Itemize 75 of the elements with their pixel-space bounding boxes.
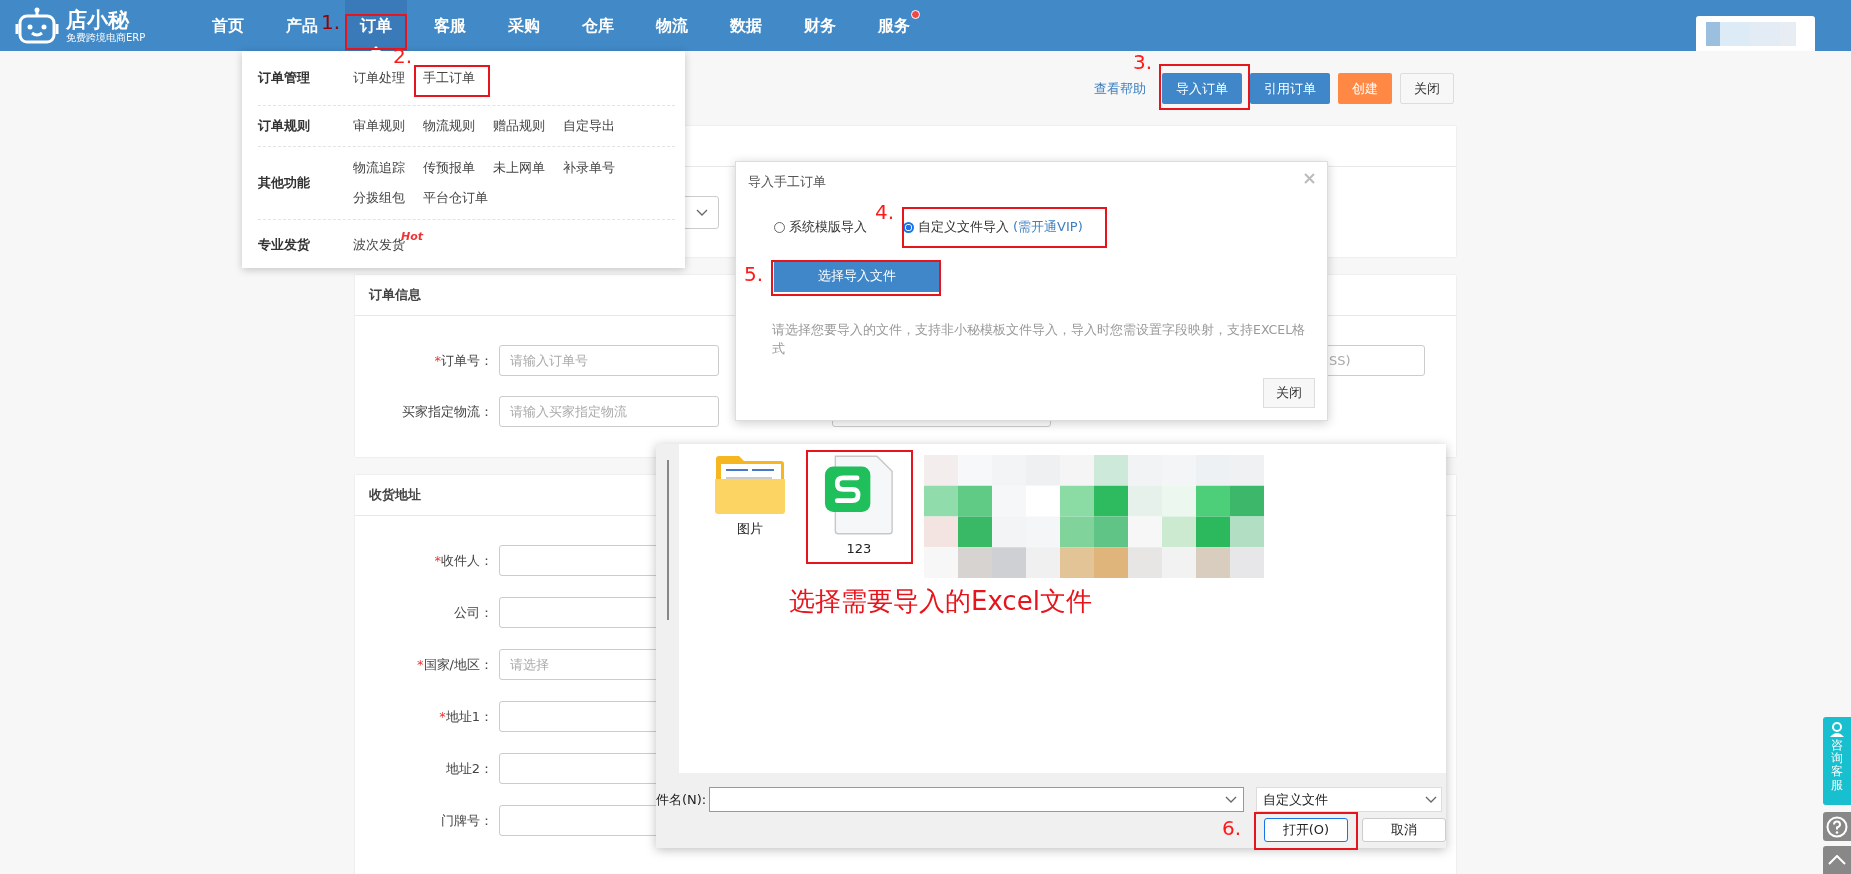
file-type-select[interactable]: 自定义文件	[1256, 787, 1443, 812]
menu-category: 其他功能	[258, 174, 311, 192]
logo-name: 店小秘	[66, 7, 131, 32]
field-label: 门牌号：	[440, 811, 494, 830]
menu-link[interactable]: 审单规则	[353, 111, 405, 141]
filename-label: 件名(N):	[656, 790, 707, 809]
dialog-button[interactable]: 打开(O)	[1264, 818, 1348, 842]
chevron-down-icon	[696, 208, 708, 217]
nav-tab[interactable]: 财务	[804, 0, 836, 51]
scrollbar[interactable]	[667, 460, 669, 620]
input-field[interactable]: 请输入买家指定物流	[499, 396, 719, 427]
menu-category: 订单管理	[258, 69, 311, 87]
chevron-up-icon	[1828, 855, 1846, 865]
annotation-caption: 选择需要导入的Excel文件	[789, 585, 1092, 618]
field-label: *订单号：	[433, 351, 494, 370]
help-button[interactable]	[1823, 812, 1851, 841]
toolbar-button[interactable]: 关闭	[1400, 73, 1454, 104]
step-number: 3.	[1133, 52, 1153, 73]
radio-option[interactable]: 系统模版导入	[774, 218, 867, 236]
close-button[interactable]: 关闭	[1263, 378, 1315, 408]
nav-tab[interactable]: 采购	[508, 0, 540, 51]
highlight-frame	[345, 14, 407, 50]
choose-file-button[interactable]: 选择导入文件	[774, 260, 940, 292]
menu-link[interactable]: 分拨组包	[353, 183, 405, 213]
headset-person-icon	[1829, 721, 1845, 737]
menu-link[interactable]: 补录单号	[563, 153, 615, 183]
file-name: 123	[846, 541, 872, 556]
help-link[interactable]: 查看帮助	[1094, 73, 1146, 104]
menu-category: 专业发货	[258, 236, 311, 254]
step-number: 4.	[875, 202, 895, 223]
radio-icon[interactable]	[903, 221, 914, 233]
filename-field[interactable]	[709, 787, 1245, 812]
menu-link[interactable]: 自定导出	[563, 111, 615, 141]
nav-tab[interactable]: 首页	[212, 0, 244, 51]
menu-link[interactable]: 未上网单	[493, 153, 545, 183]
account-badge[interactable]	[1696, 16, 1815, 51]
menu-link[interactable]: 传预报单	[423, 153, 475, 183]
spreadsheet-file-icon[interactable]	[824, 455, 894, 535]
menu-link[interactable]: 赠品规则	[493, 111, 545, 141]
field-label: *国家/地区：	[416, 655, 494, 674]
scroll-top-button[interactable]	[1823, 846, 1851, 874]
nav-tab[interactable]: 数据	[730, 0, 762, 51]
nav-tab[interactable]: 物流	[656, 0, 688, 51]
nav-tab[interactable]: 仓库	[582, 0, 614, 51]
dialog-button[interactable]: 取消	[1362, 818, 1446, 842]
dialog-title: 导入手工订单	[747, 173, 827, 191]
radio-icon[interactable]	[774, 221, 785, 233]
menu-link[interactable]: 手工订单	[423, 63, 475, 93]
chevron-down-icon	[1225, 795, 1238, 804]
input-field[interactable]: 请输入订单号	[499, 345, 719, 376]
help-icon	[1826, 815, 1848, 838]
close-icon[interactable]	[1304, 173, 1315, 184]
menu-link[interactable]: 物流追踪	[353, 153, 405, 183]
radio-option[interactable]: 自定义文件导入 (需开通VIP)	[903, 218, 1083, 236]
nav-tab[interactable]: 客服	[434, 0, 466, 51]
field-label: 买家指定物流：	[401, 402, 494, 421]
robot-logo-icon	[14, 6, 60, 45]
field-label: *地址1：	[438, 707, 494, 726]
chevron-down-icon	[1425, 795, 1438, 804]
nav-tab[interactable]: 产品	[286, 0, 318, 51]
field-label: *收件人：	[433, 551, 494, 570]
step-number: 1.	[321, 12, 341, 33]
field-label: 公司：	[453, 603, 494, 622]
vip-link[interactable]: (需开通VIP)	[1013, 218, 1083, 236]
menu-category: 订单规则	[258, 117, 311, 135]
menu-link[interactable]: 物流规则	[423, 111, 475, 141]
nav-tab[interactable]: 服务	[878, 0, 910, 51]
file-name: 图片	[737, 521, 763, 536]
toolbar-button[interactable]: 导入订单	[1162, 73, 1242, 104]
step-number: 6.	[1222, 818, 1242, 839]
toolbar-button[interactable]: 引用订单	[1250, 73, 1330, 104]
field-label: 地址2：	[444, 759, 494, 778]
folder-icon[interactable]	[714, 455, 786, 515]
menu-link[interactable]: 平台仓订单	[423, 183, 488, 213]
logo-tagline: 免费跨境电商ERP	[66, 31, 146, 44]
